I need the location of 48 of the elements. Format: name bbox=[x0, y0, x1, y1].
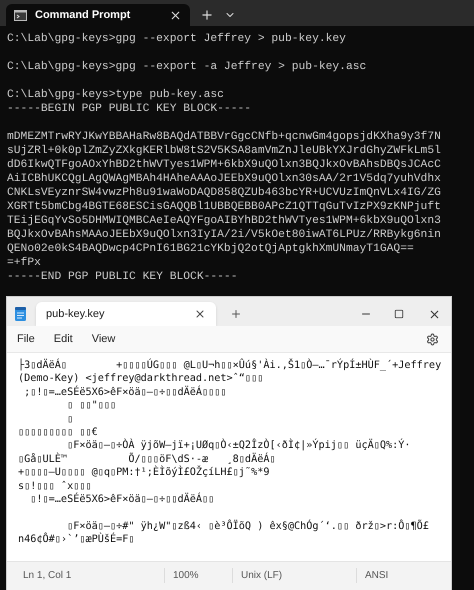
console-line: =+fPx bbox=[7, 256, 41, 270]
notepad-icon bbox=[15, 307, 26, 321]
text-line: (Demo-Key) <jeffrey@darkthread.net>ˆ“▯▯▯ bbox=[18, 372, 264, 386]
text-line: ▯ ▯▯"▯▯▯ bbox=[66, 399, 116, 413]
status-text: Ln 1, Col 1 bbox=[23, 570, 72, 581]
console-line: -----END PGP PUBLIC KEY BLOCK----- bbox=[7, 270, 238, 284]
console-line: sUjZRl+0k0plZmZyZXkgKERlbW8tS2V5KSA8amVmZnJleUBkYXJrdGhyZWFkLm5l bbox=[7, 144, 441, 158]
text-line: ;▯!▯=…eSÉë5X6>êF×öä▯—▯÷▯▯dÄëÁ▯▯▯▯ bbox=[23, 386, 227, 400]
status-text: 100% bbox=[173, 570, 199, 581]
console-line: TEijEGqYvSo5DHMWIQMBCAeIeAQYFgoAIBYhBD2thWVTyes1WPM+6kbX9uQOlxn3 bbox=[7, 214, 441, 228]
maximize-icon[interactable] bbox=[394, 309, 404, 319]
text-line: ▯F×öä▯—▯÷ÒÀ ÿjõW—jï+¡UØq▯Ò‹±Q2ÎzÒ[‹ðÌ¢|»Ýpij▯▯ üçÄ▯Q%:Ý· bbox=[66, 439, 411, 452]
console-line: XGRTt5bmCbg4BGTE68ESCisGAQQBl1UBBQEBB0APcZ1QTTqGuTvIzPX9zKNPjuft bbox=[7, 200, 441, 214]
status-text: ANSI bbox=[365, 570, 388, 581]
text-line: ▯F×öä▯—▯÷#" ÿh¿W"▯zß4‹ ▯è³ÔÏõQ ) êx§@ChÓg´‘.▯▯ ðrž▯>r:Ô▯¶Õ£ bbox=[66, 520, 429, 532]
plus-icon[interactable] bbox=[200, 8, 214, 22]
notepad-tab[interactable]: pub-key.key bbox=[36, 302, 216, 326]
text-line: ▯Gå▯ULÈ™ Õ/▯▯▯öF\dS·-æ ¸8▯dÄëÁ▯ bbox=[18, 452, 276, 466]
close-icon[interactable] bbox=[194, 308, 206, 320]
text-line: ▯▯▯▯▯▯▯▯▯ ▯▯€ bbox=[18, 426, 98, 438]
text-line: ▯ bbox=[66, 412, 74, 426]
menu-item[interactable]: View bbox=[92, 330, 116, 348]
terminal-icon bbox=[14, 10, 27, 20]
console-line: C:\Lab\gpg-keys>type pub-key.asc bbox=[7, 88, 224, 102]
terminal-tab[interactable]: Command Prompt bbox=[6, 4, 190, 26]
console-line: C:\Lab\gpg-keys>gpg --export -a Jeffrey > pub-key.asc bbox=[7, 60, 366, 74]
console-line: C:\Lab\gpg-keys>gpg --export Jeffrey > pub-key.key bbox=[7, 32, 346, 46]
console-line: mDMEZMTrwRYJKwYBBAHaRw8BAQdATBBVrGgcCNfb+qcnwGm4gopsjdKXha9y3f7N bbox=[7, 130, 441, 144]
console-line: QENo02e0kS4BAQDwcp4CPnI61BG21cYKbjQ2otQjAptgkhXmUNmayT1GAQ== bbox=[7, 242, 414, 256]
text-line: n46¢Ô#▯›`’▯æPÙšÉ=F▯ bbox=[18, 533, 135, 547]
settings-icon[interactable] bbox=[426, 332, 439, 346]
text-line: +▯▯▯▯—U▯▯▯▯ @▯q▯PM:†¹;ÈÌõýÌ£OŽçíLH£▯j˜%*9 bbox=[18, 466, 270, 480]
console-line: CNKLsVEyznrSW4vwzPh8u91waWoDAQD858QZUb463bcYR+UCVUzImQnVLx4IG/ZG bbox=[7, 186, 441, 200]
menu-item[interactable]: File bbox=[17, 330, 35, 348]
close-icon[interactable] bbox=[428, 308, 441, 320]
console-line: -----BEGIN PGP PUBLIC KEY BLOCK----- bbox=[7, 102, 252, 116]
status-text: Unix (LF) bbox=[241, 570, 282, 581]
menu-item[interactable]: Edit bbox=[54, 330, 73, 348]
close-icon[interactable] bbox=[169, 8, 182, 22]
text-line: s▯!▯▯▯ ˆx▯▯▯ bbox=[18, 480, 92, 492]
console-line: BQJkxOvBAhsMAAoJEEbX9uQOlxn3IyIA/2i/V5kOet80iwAT6LPUz/RRBykg6nin bbox=[7, 228, 441, 242]
text-line: ├3▯dÄëÁ▯ +▯▯▯▯ÚG▯▯▯ @L▯U¬h▯▯×Ûú§'Ài.,Š1▯Ò—…¯rÝpÍ±HÙF_´+Jeffrey bbox=[18, 359, 442, 372]
text-line: ▯!▯=…eSÉë5X6>êF×öä▯—▯÷▯▯dÄëÁ▯▯ bbox=[29, 493, 214, 506]
tab-title: Command Prompt bbox=[35, 8, 132, 23]
console-line: AiICBhUKCQgLAgQWAgMBAh4HAheAAAoJEEbX9uQOlxn30sAA/2r1V5dq7yuhVdhx bbox=[7, 172, 441, 186]
plus-icon[interactable] bbox=[230, 308, 242, 320]
tab-title: pub-key.key bbox=[46, 306, 106, 322]
console-line: dD6IkwQTFgoAOxYhBD2thWVTyes1WPM+6kbX9uQOlxn3BQJkxOvBAhsDBQsJCAcC bbox=[7, 158, 441, 172]
